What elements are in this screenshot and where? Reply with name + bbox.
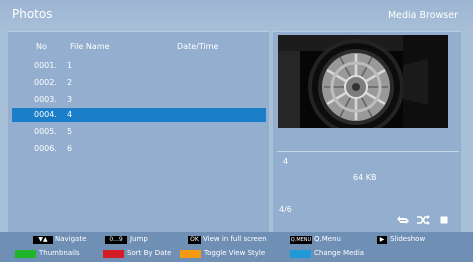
navigate-key-icon: ▼▲ xyxy=(33,236,53,244)
column-header-file-name: File Name xyxy=(70,42,110,51)
row-file-name: 5 xyxy=(67,127,73,136)
legend-label: Q.Menu xyxy=(314,235,341,243)
legend-label: Thumbnails xyxy=(39,249,80,257)
shuffle-icon[interactable] xyxy=(416,215,430,225)
wheel-photo-image xyxy=(278,35,448,135)
row-number: 0002. xyxy=(34,78,57,87)
selected-file-size: 64 KB xyxy=(353,173,377,182)
row-file-name: 4 xyxy=(67,110,73,119)
page-title: Photos xyxy=(12,7,53,21)
file-row[interactable]: 0001. 1 xyxy=(12,59,266,73)
row-number: 0001. xyxy=(34,61,57,70)
repeat-icon[interactable] xyxy=(396,215,410,225)
file-row[interactable]: 0006. 6 xyxy=(12,142,266,156)
legend-label: Change Media xyxy=(314,249,365,257)
stop-icon[interactable] xyxy=(439,215,449,225)
file-row[interactable]: 0002. 2 xyxy=(12,76,266,90)
legend-label: Sort By Date xyxy=(127,249,172,257)
legend-label: Toggle View Style xyxy=(204,249,266,257)
photo-preview xyxy=(278,35,448,135)
column-header-no: No xyxy=(36,42,47,51)
legend-label: Jump xyxy=(130,235,148,243)
selected-file-name: 4 xyxy=(283,157,289,166)
column-header-date-time: Date/Time xyxy=(177,42,219,51)
row-file-name: 1 xyxy=(67,61,73,70)
legend-label: Navigate xyxy=(55,235,87,243)
orange-button-icon xyxy=(180,250,201,258)
file-row[interactable]: 0003. 3 xyxy=(12,93,266,107)
blue-button-icon xyxy=(290,250,311,258)
ok-key-icon: OK xyxy=(188,236,201,244)
q-menu-key-icon: Q.MENU xyxy=(290,236,312,244)
key-legend-footer: ▼▲ Navigate 0...9 Jump OK View in full s… xyxy=(0,232,473,262)
number-keys-icon: 0...9 xyxy=(105,236,127,244)
file-position: 4/6 xyxy=(279,205,292,214)
row-number: 0003. xyxy=(34,95,57,104)
app-name: Media Browser xyxy=(387,10,458,21)
file-row[interactable]: 0005. 5 xyxy=(12,125,266,139)
play-icon: ▶ xyxy=(377,236,387,244)
legend-label: View in full screen xyxy=(203,235,267,243)
file-row-selected[interactable]: 0004. 4 xyxy=(12,108,266,122)
preview-panel: 4 64 KB 4/6 xyxy=(273,31,461,233)
red-button-icon xyxy=(103,250,124,258)
legend-label: Slideshow xyxy=(390,235,426,243)
row-file-name: 6 xyxy=(67,144,73,153)
header-bar: Photos Media Browser xyxy=(0,0,473,31)
row-number: 0006. xyxy=(34,144,57,153)
green-button-icon xyxy=(15,250,36,258)
row-number: 0005. xyxy=(34,127,57,136)
row-file-name: 3 xyxy=(67,95,73,104)
file-list-panel: No File Name Date/Time 0001. 1 0002. 2 0… xyxy=(8,31,269,233)
row-file-name: 2 xyxy=(67,78,73,87)
info-divider xyxy=(277,151,459,152)
row-number: 0004. xyxy=(34,110,57,119)
